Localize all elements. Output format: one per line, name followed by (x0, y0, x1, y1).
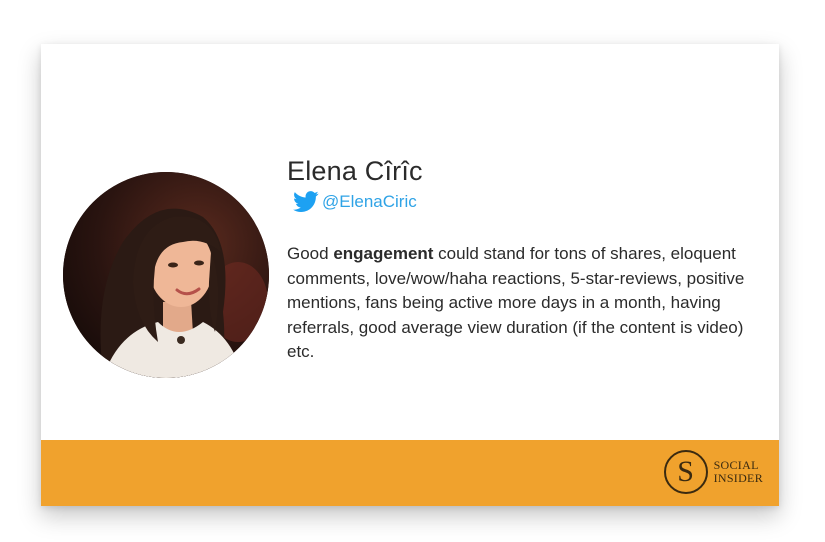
quote-card: Elena Cîrîc @ElenaCiric Good engagement … (41, 44, 779, 506)
socialinsider-logo: S SOCIAL INSIDER (663, 450, 763, 494)
quote-text: Good engagement could stand for tons of … (287, 242, 773, 365)
profile-avatar (63, 172, 269, 378)
logo-s-icon: S (663, 450, 708, 494)
profile-name: Elena Cîrîc (287, 156, 423, 186)
quote-text-start: Good (287, 244, 334, 263)
brand-footer: S SOCIAL INSIDER (41, 440, 779, 506)
logo-wordmark: SOCIAL INSIDER (714, 459, 763, 485)
twitter-bird-icon (293, 191, 319, 212)
logo-line-insider: INSIDER (713, 471, 763, 485)
twitter-handle-row[interactable]: @ElenaCiric (293, 191, 417, 213)
twitter-handle-link[interactable]: @ElenaCiric (322, 192, 417, 212)
quote-keyword: engagement (333, 244, 434, 263)
person-photo-icon (63, 172, 269, 378)
